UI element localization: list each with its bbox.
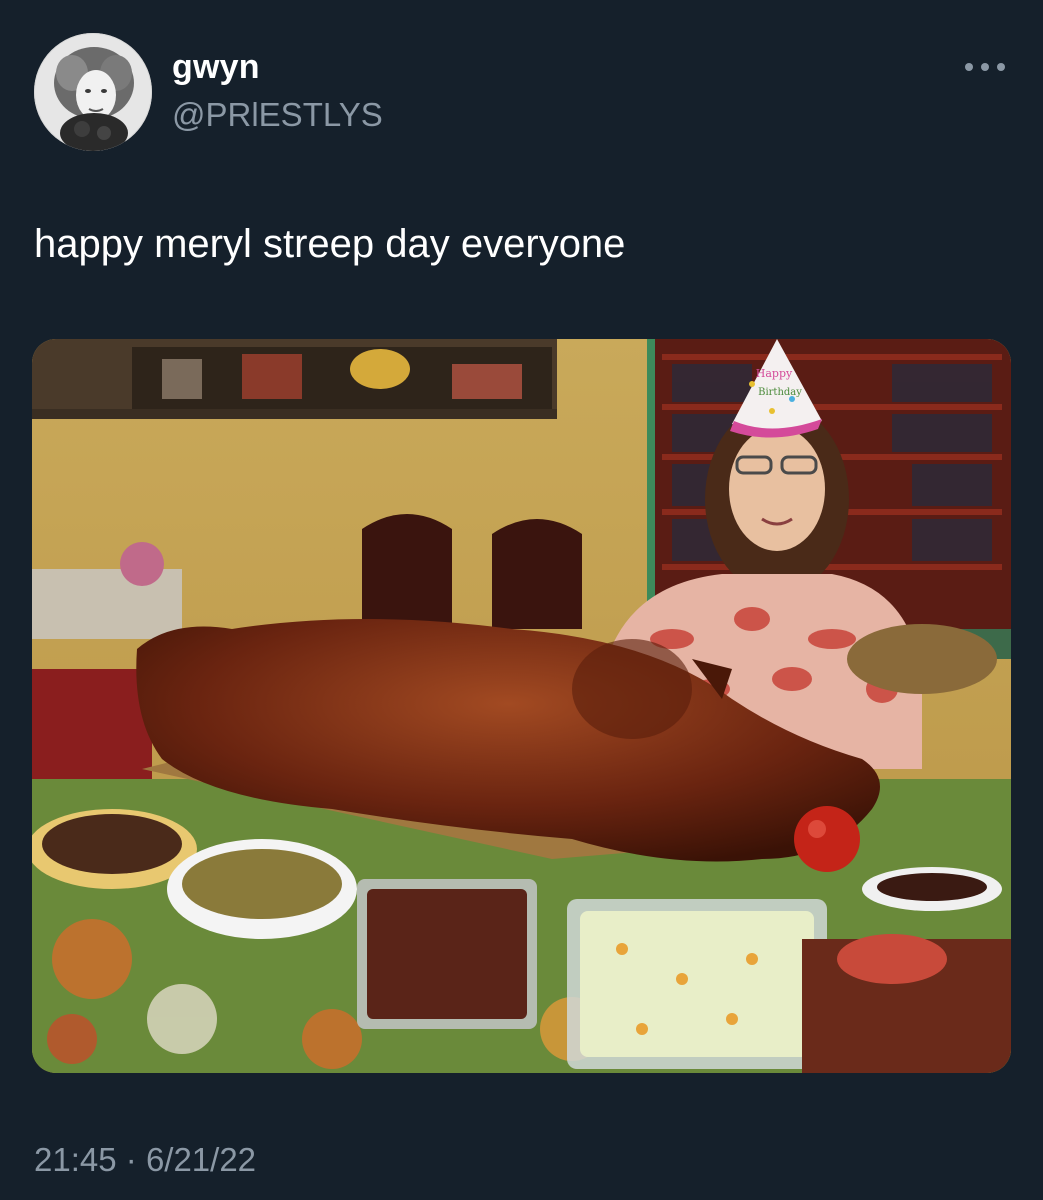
tweet-text: happy meryl streep day everyone [34, 222, 626, 266]
tweet-date: 6/21/22 [145, 1141, 257, 1178]
tweet-time: 21:45 [34, 1141, 117, 1178]
photo-illustration: Happy Birthday [32, 339, 1011, 1073]
hat-text-2: Birthday [758, 387, 802, 398]
hat-text-1: Happy [756, 367, 793, 380]
user-handle[interactable]: @PRlESTLYS [172, 96, 383, 134]
tweet: gwyn @PRlESTLYS happy meryl streep day e… [0, 0, 1043, 1200]
avatar-image [34, 33, 152, 151]
display-name[interactable]: gwyn [172, 48, 260, 87]
more-options-button[interactable] [960, 52, 1010, 82]
tweet-image[interactable]: Happy Birthday [32, 339, 1011, 1073]
more-horizontal-icon [965, 63, 1005, 71]
avatar[interactable] [34, 33, 152, 151]
timestamp-separator: · [125, 1141, 137, 1178]
tweet-timestamp[interactable]: 21:45 · 6/21/22 [34, 1141, 256, 1179]
